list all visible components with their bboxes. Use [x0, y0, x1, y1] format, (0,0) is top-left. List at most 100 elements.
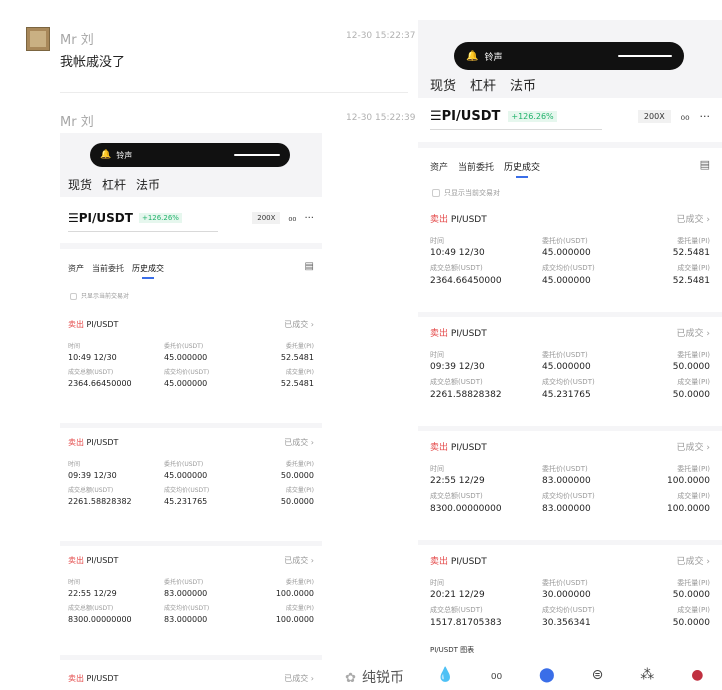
- tab-spot[interactable]: 现货: [68, 178, 92, 192]
- order-card[interactable]: 卖出 PI/USDT 已成交 › 时间 委托价(USDT) 委托量(PI) 10:49…: [68, 319, 314, 424]
- nav-drop-icon[interactable]: 💧: [436, 667, 453, 683]
- order-avg: 83.000000: [542, 504, 591, 514]
- order-avg: 83.000000: [164, 615, 208, 624]
- status-label[interactable]: 已成交 ›: [284, 555, 314, 566]
- tab-history[interactable]: 历史成交: [132, 263, 164, 279]
- checkbox-icon[interactable]: [70, 293, 77, 300]
- order-pair: PI/USDT: [450, 443, 487, 453]
- nav-home-icon[interactable]: ⬤: [539, 667, 555, 683]
- status-label[interactable]: 已成交 ›: [677, 554, 710, 567]
- order-price: 45.000000: [164, 471, 208, 480]
- col-label: 成交总额(USDT): [430, 378, 483, 386]
- status-label[interactable]: 已成交 ›: [284, 319, 314, 330]
- message-time: 12-30 15:22:39: [346, 113, 416, 123]
- order-total: 2261.58828382: [68, 497, 132, 506]
- tab-assets[interactable]: 资产: [430, 160, 448, 178]
- order-pair: PI/USDT: [86, 438, 119, 447]
- message-divider: [60, 92, 408, 93]
- order-card[interactable]: 卖出 PI/USDT 已成交 › 时间 委托价(USDT) 委托量(PI) 09:39…: [68, 437, 314, 542]
- side-label: 卖出: [430, 443, 449, 453]
- change-badge: +126.26%: [508, 110, 557, 122]
- order-amount: 50.0000: [672, 362, 710, 372]
- change-badge: +126.26%: [138, 213, 182, 223]
- order-filled: 50.0000: [280, 497, 314, 506]
- filter-checkbox[interactable]: 只显示当前交易对: [432, 188, 500, 198]
- col-label: 成交总额(USDT): [430, 492, 483, 500]
- order-amount: 52.5481: [672, 248, 710, 258]
- tab-fiat[interactable]: 法币: [136, 178, 160, 192]
- document-icon[interactable]: ▤: [305, 261, 314, 272]
- col-label: 成交量(PI): [677, 264, 710, 272]
- tab-history[interactable]: 历史成交: [504, 160, 540, 178]
- order-avg: 45.231765: [164, 497, 208, 506]
- message-sender: Mr 刘: [60, 33, 94, 48]
- tab-margin[interactable]: 杠杆: [470, 79, 496, 94]
- order-card[interactable]: 卖出 PI/USDT 已成交 › 时间 委托价(USDT) 委托量(PI) 10:49…: [430, 212, 710, 322]
- more-icon[interactable]: ···: [304, 213, 314, 224]
- card-gap: [418, 312, 722, 317]
- chat-panel: Mr 刘 12-30 15:22:37 我帐戚没了 Mr 刘 12-30 15:…: [0, 0, 418, 690]
- kline-icon[interactable]: ₀₀: [681, 110, 690, 123]
- order-filled: 50.0000: [672, 390, 710, 400]
- status-label[interactable]: 已成交 ›: [677, 326, 710, 339]
- pair-name: PI/USDT: [441, 108, 501, 124]
- col-label: 时间: [430, 579, 444, 587]
- message-image-screenshot[interactable]: 🔔 铃声 现货 杠杆 法币 ☰PI/USDT +126.26% 200X ₀₀ ··…: [60, 133, 322, 690]
- order-card[interactable]: 卖出 PI/USDT 已成交 › 时间 委托价(USDT) 委托量(PI) 22:55…: [68, 555, 314, 660]
- order-card[interactable]: 卖出 PI/USDT 已成交 › 时间 委托价(USDT) 委托量(PI) 09:39…: [430, 326, 710, 436]
- tab-spot[interactable]: 现货: [430, 79, 456, 94]
- order-total: 2364.66450000: [430, 276, 502, 286]
- order-time: 09:39 12/30: [68, 471, 117, 480]
- order-avg: 45.231765: [542, 390, 591, 400]
- col-label: 成交总额(USDT): [68, 369, 114, 376]
- order-pair: PI/USDT: [86, 556, 119, 565]
- col-label: 成交量(PI): [285, 487, 314, 494]
- nav-assets-icon[interactable]: ⁂: [640, 667, 654, 683]
- side-label: 卖出: [68, 320, 84, 329]
- filter-checkbox[interactable]: 只显示当前交易对: [70, 291, 129, 300]
- tab-margin[interactable]: 杠杆: [102, 178, 126, 192]
- status-label[interactable]: 已成交 ›: [284, 673, 314, 684]
- document-icon[interactable]: ▤: [700, 158, 710, 171]
- col-label: 委托价(USDT): [542, 579, 588, 587]
- order-total: 8300.00000000: [430, 504, 502, 514]
- order-price: 45.000000: [542, 362, 591, 372]
- leverage-badge[interactable]: 200X: [637, 109, 671, 123]
- col-label: 委托量(PI): [285, 343, 314, 350]
- side-label: 卖出: [430, 215, 449, 225]
- kline-icon[interactable]: ₀₀: [288, 213, 296, 224]
- checkbox-icon[interactable]: [432, 189, 440, 197]
- order-total: 2261.58828382: [430, 390, 502, 400]
- col-label: 成交总额(USDT): [68, 605, 114, 612]
- order-time: 10:49 12/30: [68, 353, 117, 362]
- message-sender: Mr 刘: [60, 115, 94, 130]
- status-label[interactable]: 已成交 ›: [677, 212, 710, 225]
- tab-open-orders[interactable]: 当前委托: [458, 160, 494, 178]
- status-label[interactable]: 已成交 ›: [677, 440, 710, 453]
- order-pair: PI/USDT: [450, 215, 487, 225]
- tab-assets[interactable]: 资产: [68, 263, 84, 279]
- nav-profile-icon[interactable]: ●: [691, 667, 703, 683]
- tab-open-orders[interactable]: 当前委托: [92, 263, 124, 279]
- order-card[interactable]: 卖出 PI/USDT 已成交 ›: [68, 673, 314, 690]
- pair-title[interactable]: ☰PI/USDT: [68, 211, 133, 225]
- order-filled: 50.0000: [672, 618, 710, 628]
- bell-icon: 🔔: [466, 50, 479, 62]
- status-label[interactable]: 已成交 ›: [284, 437, 314, 448]
- col-label: 委托量(PI): [285, 461, 314, 468]
- leverage-badge[interactable]: 200X: [252, 212, 281, 224]
- avatar[interactable]: [26, 27, 50, 51]
- col-label: 委托价(USDT): [542, 237, 588, 245]
- chart-link[interactable]: PI/USDT 图表: [430, 645, 474, 655]
- nav-trade-icon[interactable]: ⊜: [592, 667, 604, 683]
- section-gap: [418, 142, 722, 148]
- nav-market-icon[interactable]: ₀₀: [491, 667, 502, 683]
- pair-title[interactable]: ☰PI/USDT: [430, 109, 500, 124]
- col-label: 成交量(PI): [677, 378, 710, 386]
- price-line: [430, 129, 602, 130]
- side-label: 卖出: [68, 556, 84, 565]
- order-card[interactable]: 卖出 PI/USDT 已成交 › 时间 委托价(USDT) 委托量(PI) 22:55…: [430, 440, 710, 550]
- tab-fiat[interactable]: 法币: [510, 79, 536, 94]
- col-label: 委托量(PI): [677, 465, 710, 473]
- more-icon[interactable]: ···: [700, 110, 711, 123]
